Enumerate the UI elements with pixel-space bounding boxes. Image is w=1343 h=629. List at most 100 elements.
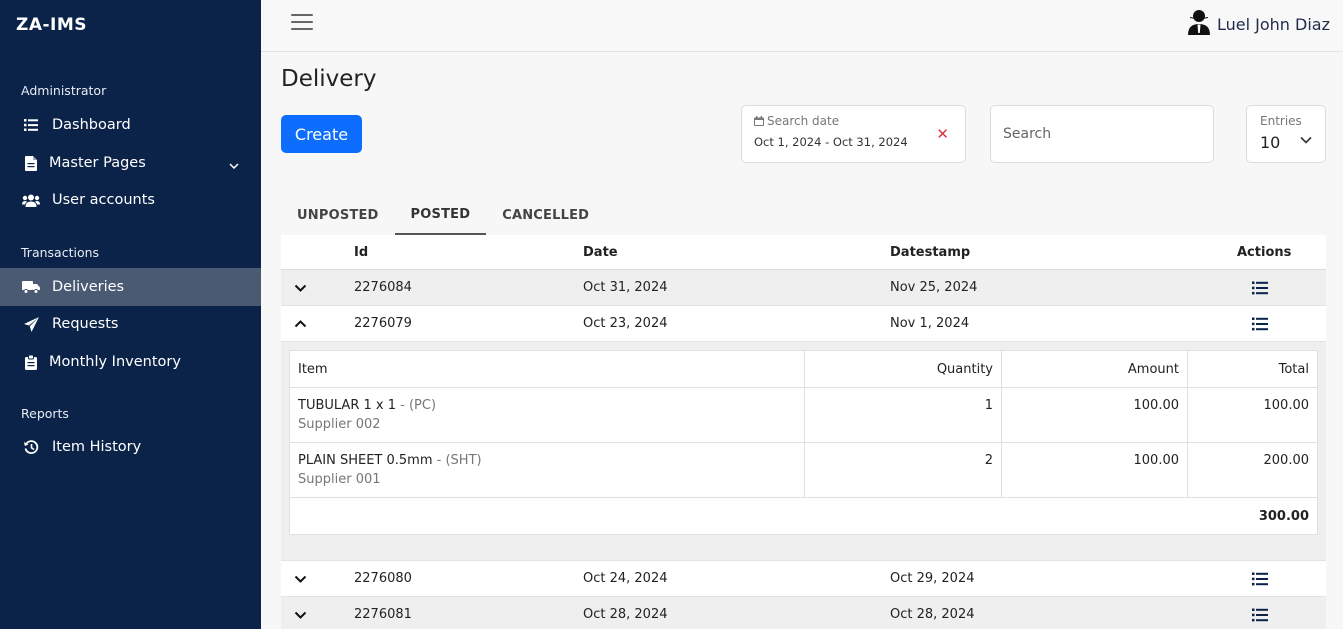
tab-cancelled[interactable]: CANCELLED: [486, 195, 605, 235]
item-amount: 100.00: [1001, 387, 1188, 443]
item-supplier: Supplier 002: [298, 417, 381, 432]
column-header-item: Item: [289, 350, 805, 388]
item-unit: - (SHT): [436, 453, 482, 468]
brand-logo[interactable]: ZA-IMS: [16, 15, 87, 35]
history-icon: [22, 438, 40, 456]
item-total: 100.00: [1187, 387, 1318, 443]
sidebar-item-monthly-inventory[interactable]: Monthly Inventory: [0, 343, 261, 381]
row-detail-panel: Item Quantity Amount Total TUBULAR 1 x 1…: [281, 342, 1326, 561]
chevron-down-icon: [229, 157, 239, 173]
row-id: 2276084: [354, 280, 412, 295]
item-row: TUBULAR 1 x 1 - (PC) Supplier 002 1 100.…: [289, 387, 1318, 443]
column-header-actions: Actions: [1237, 244, 1292, 260]
section-title-administrator: Administrator: [21, 83, 107, 98]
table-row[interactable]: 2276081 Oct 28, 2024 Oct 28, 2024: [281, 597, 1326, 629]
column-header-datestamp[interactable]: Datestamp: [890, 235, 970, 269]
menu-toggle-icon[interactable]: [291, 14, 313, 32]
clear-date-icon[interactable]: ✕: [936, 125, 949, 143]
user-name: Luel John Diaz: [1217, 14, 1330, 34]
row-datestamp: Nov 1, 2024: [890, 316, 970, 331]
tab-posted[interactable]: POSTED: [394, 195, 487, 235]
chevron-down-icon[interactable]: [294, 270, 310, 305]
date-range-value: Oct 1, 2024 - Oct 31, 2024: [754, 135, 908, 149]
grand-total-row: 300.00: [289, 497, 1318, 535]
paper-plane-icon: [22, 315, 40, 333]
table-header: Id Date Datestamp Actions: [281, 235, 1326, 270]
row-id: 2276079: [354, 316, 412, 331]
sidebar-item-requests[interactable]: Requests: [0, 305, 261, 343]
chevron-down-icon: [1300, 129, 1312, 148]
row-id: 2276080: [354, 571, 412, 586]
row-date: Oct 31, 2024: [583, 280, 668, 295]
status-tabs: UNPOSTED POSTED CANCELLED: [281, 195, 605, 235]
tab-unposted[interactable]: UNPOSTED: [281, 195, 395, 235]
users-icon: [22, 191, 40, 209]
column-header-date[interactable]: Date: [583, 235, 618, 269]
topbar: Luel John Diaz: [261, 0, 1343, 52]
row-date: Oct 24, 2024: [583, 571, 668, 586]
list-icon: [22, 116, 40, 134]
item-name: TUBULAR 1 x 1: [298, 398, 396, 413]
entries-label: Entries: [1260, 114, 1302, 128]
actions-list-icon[interactable]: [1252, 561, 1268, 596]
sidebar-item-master-pages[interactable]: Master Pages: [0, 144, 261, 182]
row-datestamp: Nov 25, 2024: [890, 280, 978, 295]
column-header-id[interactable]: Id: [354, 235, 368, 269]
sidebar: ZA-IMS Administrator Dashboard Master Pa…: [0, 0, 261, 629]
page-title: Delivery: [281, 66, 377, 92]
sidebar-item-label: Monthly Inventory: [49, 354, 181, 370]
item-quantity: 2: [804, 442, 1002, 498]
entries-value: 10: [1260, 133, 1281, 152]
delivery-items-table: Item Quantity Amount Total TUBULAR 1 x 1…: [289, 350, 1318, 535]
user-menu[interactable]: Luel John Diaz: [1187, 9, 1330, 39]
row-date: Oct 23, 2024: [583, 316, 668, 331]
sidebar-item-dashboard[interactable]: Dashboard: [0, 106, 261, 144]
table-row[interactable]: 2276084 Oct 31, 2024 Nov 25, 2024: [281, 270, 1326, 306]
column-header-total: Total: [1187, 350, 1318, 388]
table-row[interactable]: 2276080 Oct 24, 2024 Oct 29, 2024: [281, 561, 1326, 597]
truck-icon: [22, 278, 40, 296]
deliveries-table: Id Date Datestamp Actions 2276084 Oct 31…: [281, 235, 1326, 629]
entries-select[interactable]: Entries 10: [1246, 105, 1326, 163]
sidebar-item-label: Deliveries: [52, 279, 125, 295]
chevron-down-icon[interactable]: [294, 597, 310, 629]
actions-list-icon[interactable]: [1252, 597, 1268, 629]
sidebar-item-label: Requests: [52, 316, 119, 332]
chevron-up-icon[interactable]: [294, 306, 310, 341]
sidebar-item-label: User accounts: [52, 192, 155, 208]
clipboard-icon: [22, 353, 40, 371]
user-avatar-icon: [1187, 9, 1211, 39]
item-name: PLAIN SHEET 0.5mm: [298, 453, 433, 468]
item-amount: 100.00: [1001, 442, 1188, 498]
section-title-reports: Reports: [21, 406, 69, 421]
item-unit: - (PC): [400, 398, 437, 413]
item-row: PLAIN SHEET 0.5mm - (SHT) Supplier 001 2…: [289, 442, 1318, 498]
row-id: 2276081: [354, 607, 412, 622]
row-datestamp: Oct 29, 2024: [890, 571, 975, 586]
create-button[interactable]: Create: [281, 115, 362, 153]
sidebar-item-user-accounts[interactable]: User accounts: [0, 181, 261, 219]
sidebar-item-label: Dashboard: [52, 117, 131, 133]
sidebar-item-deliveries[interactable]: Deliveries: [0, 268, 261, 306]
row-date: Oct 28, 2024: [583, 607, 668, 622]
column-header-quantity: Quantity: [804, 350, 1002, 388]
date-filter-label: Search date: [767, 114, 840, 128]
actions-list-icon[interactable]: [1252, 306, 1268, 341]
item-quantity: 1: [804, 387, 1002, 443]
actions-list-icon[interactable]: [1252, 270, 1268, 305]
search-input[interactable]: [990, 105, 1214, 163]
grand-total: 300.00: [289, 497, 1318, 535]
row-datestamp: Oct 28, 2024: [890, 607, 975, 622]
section-title-transactions: Transactions: [21, 245, 100, 260]
date-range-filter[interactable]: Search date Oct 1, 2024 - Oct 31, 2024 ✕: [741, 105, 966, 163]
item-total: 200.00: [1187, 442, 1318, 498]
item-supplier: Supplier 001: [298, 472, 381, 487]
calendar-icon: [754, 116, 764, 126]
chevron-down-icon[interactable]: [294, 561, 310, 596]
table-row[interactable]: 2276079 Oct 23, 2024 Nov 1, 2024: [281, 306, 1326, 342]
file-icon: [22, 154, 40, 172]
sidebar-item-label: Item History: [52, 439, 142, 455]
items-header-row: Item Quantity Amount Total: [289, 350, 1318, 388]
sidebar-item-item-history[interactable]: Item History: [0, 428, 261, 466]
sidebar-item-label: Master Pages: [49, 155, 146, 171]
